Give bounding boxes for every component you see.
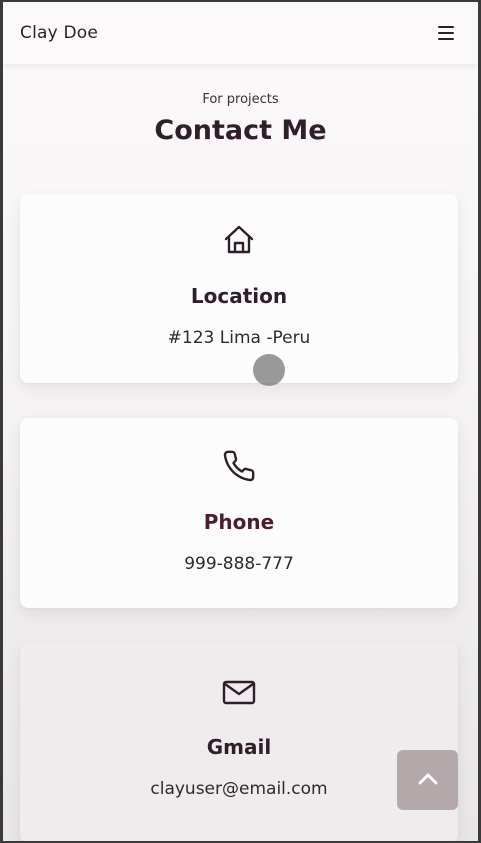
section-title: Contact Me <box>154 115 327 146</box>
hamburger-menu-icon[interactable] <box>436 24 456 42</box>
home-icon <box>219 220 259 260</box>
phone-icon <box>219 446 259 486</box>
scroll-to-top-button[interactable] <box>397 750 458 810</box>
card-value-phone: 999-888-777 <box>184 554 294 574</box>
brand-name[interactable]: Clay Doe <box>20 23 98 43</box>
touch-cursor-indicator <box>253 354 285 386</box>
card-value-gmail: clayuser@email.com <box>150 779 328 799</box>
top-navbar: Clay Doe <box>3 2 478 64</box>
app-screen: Clay Doe For projects Contact Me Locatio… <box>3 2 478 841</box>
section-subtitle: For projects <box>202 92 279 107</box>
contact-card-gmail: Gmail clayuser@email.com <box>20 643 458 841</box>
chevron-up-icon <box>417 771 439 790</box>
contact-card-phone: Phone 999-888-777 <box>20 418 458 608</box>
card-title-gmail: Gmail <box>206 735 272 759</box>
mail-icon <box>219 672 259 712</box>
card-title-location: Location <box>190 284 288 308</box>
contact-card-location: Location #123 Lima -Peru <box>20 194 458 383</box>
card-value-location: #123 Lima -Peru <box>167 328 311 348</box>
card-title-phone: Phone <box>203 510 275 534</box>
